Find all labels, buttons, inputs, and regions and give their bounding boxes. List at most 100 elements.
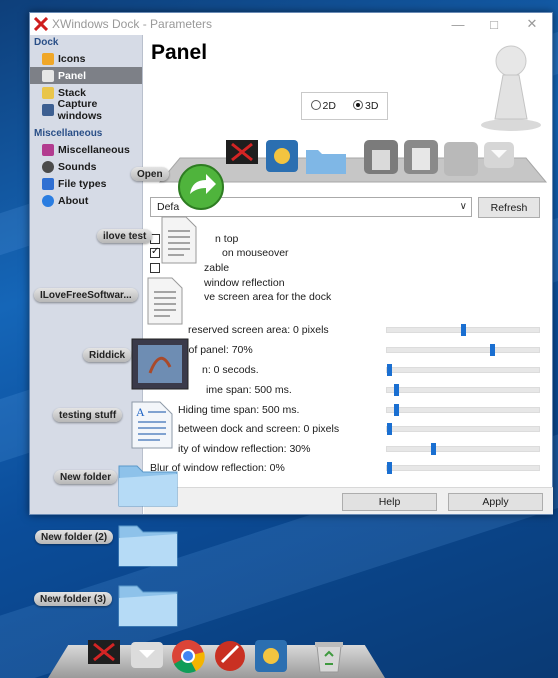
mode-3d-radio[interactable]: 3D bbox=[353, 100, 378, 112]
sidebar-item-sounds[interactable]: Sounds bbox=[30, 158, 142, 175]
sidebar-item-label: About bbox=[58, 194, 89, 207]
slider-thumb[interactable] bbox=[461, 324, 466, 336]
icons-icon bbox=[42, 52, 54, 65]
stack-label-new-folder-2[interactable]: New folder (2) bbox=[35, 530, 114, 544]
mode-2d-label: 2D bbox=[322, 100, 336, 112]
sidebar-item-file-types[interactable]: File types bbox=[30, 175, 142, 192]
sidebar-item-panel[interactable]: Panel bbox=[30, 67, 142, 84]
stack-label-ilovefreesoftware[interactable]: ILoveFreeSoftwar... bbox=[34, 288, 138, 302]
slider-label: Hiding time span: 500 ms. bbox=[178, 404, 300, 416]
folder-icon[interactable] bbox=[117, 578, 179, 628]
opacity-slider[interactable] bbox=[386, 344, 540, 356]
hiding-time-slider[interactable] bbox=[386, 404, 540, 416]
file-types-icon bbox=[42, 177, 54, 190]
slider-label: reserved screen area: 0 pixels bbox=[188, 324, 329, 336]
document-icon[interactable] bbox=[160, 215, 198, 265]
ccleaner-icon[interactable] bbox=[212, 638, 248, 674]
slider-thumb[interactable] bbox=[394, 384, 399, 396]
panel-icon bbox=[42, 69, 54, 82]
parameters-window: XWindows Dock - Parameters — □ ✕ Dock Ic… bbox=[29, 12, 553, 515]
stack-label-riddick[interactable]: Riddick bbox=[83, 348, 132, 362]
radio-3d[interactable] bbox=[353, 100, 364, 110]
sidebar-item-icons[interactable]: Icons bbox=[30, 50, 142, 67]
stack-label-testing-stuff[interactable]: testing stuff bbox=[53, 408, 123, 422]
info-icon bbox=[42, 194, 54, 207]
delay-slider[interactable] bbox=[386, 364, 540, 376]
sidebar-item-label: Capture windows bbox=[57, 97, 102, 122]
slider-thumb[interactable] bbox=[431, 443, 436, 455]
dock-gap-slider[interactable] bbox=[386, 423, 540, 435]
slider-label: ime span: 500 ms. bbox=[206, 384, 292, 396]
sidebar-item-label: Panel bbox=[58, 69, 87, 82]
video-file-icon[interactable] bbox=[130, 337, 190, 391]
sidebar-item-label: File types bbox=[58, 177, 107, 190]
sidebar: Dock Icons Panel Stack Capture windows M… bbox=[30, 35, 143, 514]
sidebar-item-miscellaneous[interactable]: Miscellaneous bbox=[30, 141, 142, 158]
apply-button[interactable]: Apply bbox=[448, 493, 543, 511]
window-title: XWindows Dock - Parameters bbox=[52, 17, 213, 31]
check-label-suffix: n top bbox=[215, 233, 239, 245]
folder-icon[interactable] bbox=[117, 458, 179, 508]
slider-thumb[interactable] bbox=[387, 423, 392, 435]
checkbox[interactable] bbox=[150, 246, 160, 258]
chevron-down-icon: ∨ bbox=[459, 201, 467, 212]
document-icon[interactable] bbox=[146, 276, 184, 326]
settings-dock-icon[interactable] bbox=[253, 638, 289, 674]
showing-time-slider[interactable] bbox=[386, 384, 540, 396]
recycle-bin-icon[interactable] bbox=[311, 638, 347, 674]
xwindows-dock-icon[interactable] bbox=[86, 636, 122, 672]
documents-preview-icon bbox=[444, 142, 478, 176]
slider-thumb[interactable] bbox=[387, 462, 392, 474]
title-bar[interactable]: XWindows Dock - Parameters — □ ✕ bbox=[30, 13, 552, 35]
mode-3d-label: 3D bbox=[365, 100, 379, 112]
slider-label: ity of window reflection: 30% bbox=[178, 443, 311, 455]
stack-icon bbox=[42, 86, 54, 99]
slider-thumb[interactable] bbox=[387, 364, 392, 376]
help-button[interactable]: Help bbox=[342, 493, 437, 511]
page-title: Panel bbox=[151, 41, 208, 64]
view-mode-group: 2D 3D bbox=[301, 92, 388, 120]
stack-label-new-folder-3[interactable]: New folder (3) bbox=[34, 592, 113, 606]
refresh-button[interactable]: Refresh bbox=[478, 197, 540, 218]
svg-text:A: A bbox=[136, 405, 145, 419]
xwindows-logo-icon bbox=[34, 17, 48, 31]
check-label-suffix: window reflection bbox=[204, 277, 285, 289]
sidebar-item-label: Icons bbox=[58, 52, 86, 65]
radio-2d[interactable] bbox=[310, 100, 321, 110]
slider-label: between dock and screen: 0 pixels bbox=[178, 423, 340, 435]
reflection-opacity-slider[interactable] bbox=[386, 443, 540, 455]
checkbox[interactable] bbox=[150, 263, 160, 273]
reflection-blur-slider[interactable] bbox=[386, 462, 540, 474]
sidebar-item-label: Miscellaneous bbox=[58, 143, 130, 156]
speaker-icon bbox=[42, 160, 54, 173]
stack-label-new-folder[interactable]: New folder bbox=[54, 470, 118, 484]
capture-windows-icon bbox=[42, 103, 54, 116]
sidebar-item-about[interactable]: About bbox=[30, 192, 142, 209]
text-document-icon[interactable]: A bbox=[130, 400, 174, 450]
pawn-icon bbox=[481, 45, 541, 131]
slider-thumb[interactable] bbox=[490, 344, 495, 356]
slider-thumb[interactable] bbox=[394, 404, 399, 416]
check-label-suffix: on mouseover bbox=[222, 247, 289, 259]
folder-icon[interactable] bbox=[117, 518, 179, 568]
stack-label-ilove-test[interactable]: ilove test bbox=[97, 229, 153, 243]
slider-label: n: 0 secods. bbox=[202, 364, 259, 376]
mode-2d-radio[interactable]: 2D bbox=[310, 100, 336, 112]
close-button[interactable]: ✕ bbox=[516, 13, 548, 35]
check-label-suffix: ve screen area for the dock bbox=[204, 291, 332, 303]
chrome-icon[interactable] bbox=[170, 638, 206, 674]
minimize-button[interactable]: — bbox=[442, 13, 474, 35]
maximize-button[interactable]: □ bbox=[478, 13, 510, 35]
miscellaneous-icon bbox=[42, 143, 54, 156]
folder-preview-icon bbox=[306, 150, 346, 174]
panel-settings: Panel 2D 3D Defa ∨ Refresh n top ✓ on mo… bbox=[144, 35, 553, 514]
sidebar-item-label: Sounds bbox=[58, 160, 97, 173]
open-arrow-icon[interactable] bbox=[176, 162, 226, 212]
sidebar-item-capture-windows[interactable]: Capture windows bbox=[30, 98, 142, 122]
stack-label-open[interactable]: Open bbox=[131, 167, 169, 181]
reserved-area-slider[interactable] bbox=[386, 324, 540, 336]
sidebar-group-dock: Dock bbox=[34, 37, 59, 48]
stack-arrow-down-icon[interactable] bbox=[129, 640, 165, 670]
footer-bar: Help Apply bbox=[144, 487, 553, 514]
sidebar-group-misc: Miscellaneous bbox=[34, 128, 103, 139]
